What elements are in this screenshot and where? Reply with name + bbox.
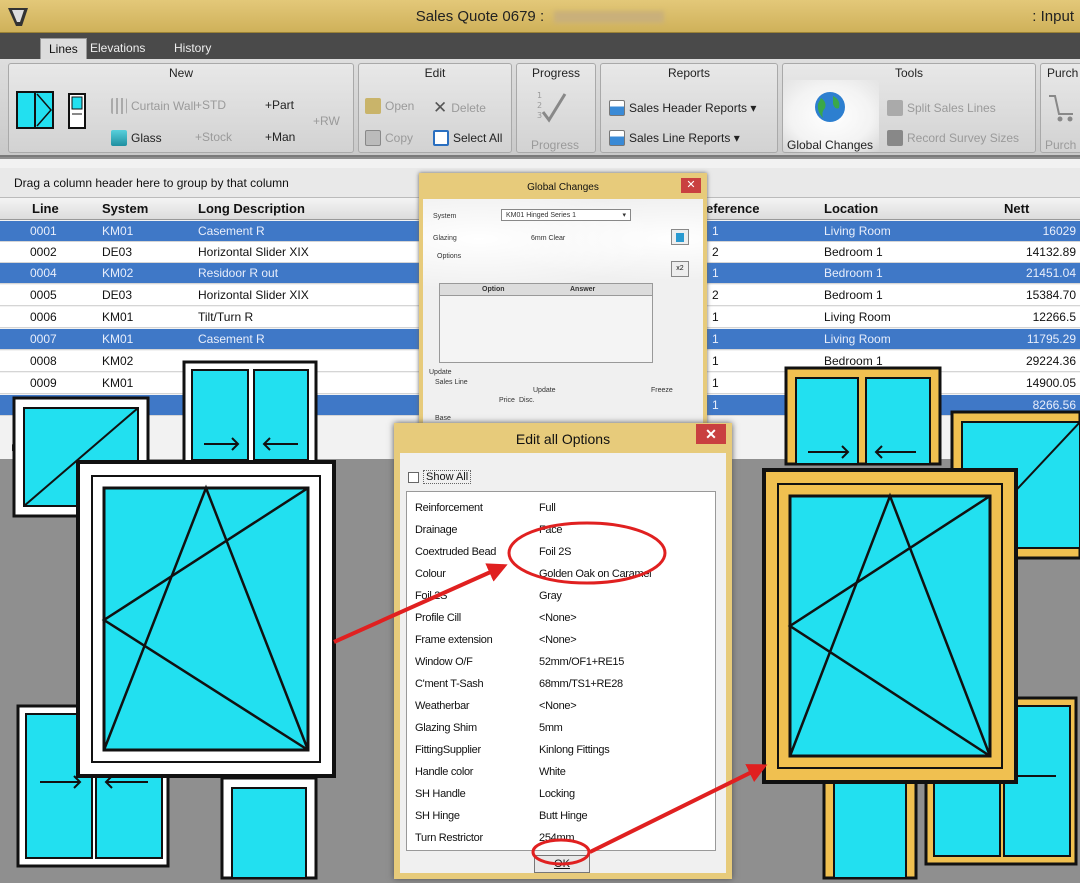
option-value: Gray xyxy=(539,590,562,602)
option-row[interactable]: Frame extension <None> xyxy=(407,630,715,652)
elevation-white-door-bottom xyxy=(220,776,318,880)
option-name: Foil 2S xyxy=(415,590,448,602)
option-value: Foil 2S xyxy=(539,546,572,558)
option-row[interactable]: Glazing Shim 5mm xyxy=(407,718,715,740)
option-name: Drainage xyxy=(415,524,458,536)
option-value: Butt Hinge xyxy=(539,810,588,822)
option-name: SH Hinge xyxy=(415,810,460,822)
option-row[interactable]: Drainage Face xyxy=(407,520,715,542)
checkbox-box xyxy=(408,471,419,483)
option-name: Handle color xyxy=(415,766,474,778)
option-name: Glazing Shim xyxy=(415,722,477,734)
option-row[interactable]: Window O/F 52mm/OF1+RE15 xyxy=(407,652,715,674)
option-name: Turn Restrictor xyxy=(415,832,483,844)
option-value: Kinlong Fittings xyxy=(539,744,610,756)
option-value: 254mm xyxy=(539,832,575,844)
option-row[interactable]: SH Handle Locking xyxy=(407,784,715,806)
option-name: Profile Cill xyxy=(415,612,461,624)
option-value: 52mm/OF1+RE15 xyxy=(539,656,625,668)
option-value: Face xyxy=(539,524,563,536)
option-value: <None> xyxy=(539,634,577,646)
option-row[interactable]: Reinforcement Full xyxy=(407,498,715,520)
show-all-checkbox[interactable]: Show All xyxy=(408,470,472,484)
elevation-oak-door-bottom xyxy=(822,766,918,880)
option-row[interactable]: Coextruded Bead Foil 2S xyxy=(407,542,715,564)
options-list: Reinforcement Full Drainage Face Coextruded … xyxy=(406,491,716,851)
option-value: <None> xyxy=(539,612,577,624)
ok-button[interactable]: OK xyxy=(534,855,590,873)
option-row[interactable]: FittingSupplier Kinlong Fittings xyxy=(407,740,715,762)
option-value: <None> xyxy=(539,700,577,712)
option-row[interactable]: Colour Golden Oak on Caramel xyxy=(407,564,715,586)
edit-all-options-body: Show All Reinforcement Full Drainage Face Co… xyxy=(400,453,726,873)
elevation-oak-slider-right xyxy=(784,366,942,466)
option-name: C'ment T-Sash xyxy=(415,678,484,690)
option-name: Weatherbar xyxy=(415,700,470,712)
option-value: 5mm xyxy=(539,722,563,734)
option-row[interactable]: Foil 2S Gray xyxy=(407,586,715,608)
option-name: Frame extension xyxy=(415,634,493,646)
option-name: Colour xyxy=(415,568,446,580)
option-name: Coextruded Bead xyxy=(415,546,497,558)
option-row[interactable]: C'ment T-Sash 68mm/TS1+RE28 xyxy=(407,674,715,696)
edit-all-options-dialog: Edit all Options ✕ Show All Reinforcemen… xyxy=(394,423,732,879)
elevation-white-slider-left xyxy=(182,360,318,464)
option-row[interactable]: SH Hinge Butt Hinge xyxy=(407,806,715,828)
edit-all-options-close-button[interactable]: ✕ xyxy=(696,424,726,444)
option-name: Reinforcement xyxy=(415,502,483,514)
option-name: Window O/F xyxy=(415,656,473,668)
option-value: 68mm/TS1+RE28 xyxy=(539,678,623,690)
option-row[interactable]: Turn Restrictor 254mm xyxy=(407,828,715,850)
option-row[interactable]: Profile Cill <None> xyxy=(407,608,715,630)
elevation-oak-tilt-turn-main xyxy=(762,468,1018,784)
option-row[interactable]: Weatherbar <None> xyxy=(407,696,715,718)
edit-all-options-title: Edit all Options xyxy=(515,431,611,447)
option-value: White xyxy=(539,766,566,778)
option-name: FittingSupplier xyxy=(415,744,481,756)
option-value: Locking xyxy=(539,788,575,800)
elevation-white-tilt-turn-main xyxy=(76,460,336,778)
option-name: SH Handle xyxy=(415,788,466,800)
option-value: Full xyxy=(539,502,556,514)
option-row[interactable]: Handle color White xyxy=(407,762,715,784)
option-value: Golden Oak on Caramel xyxy=(539,568,652,580)
